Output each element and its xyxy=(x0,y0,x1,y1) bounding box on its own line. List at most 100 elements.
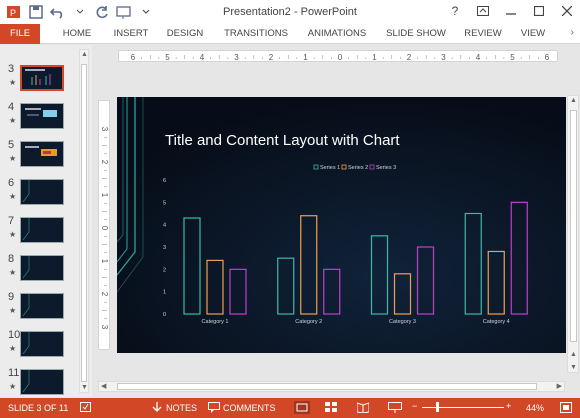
bar-series-1-1[interactable] xyxy=(183,217,201,315)
thumbnail-number: 7 xyxy=(8,215,15,227)
ruler-label: 2 xyxy=(269,53,274,62)
close-icon[interactable] xyxy=(558,2,576,20)
tab-design[interactable]: DESIGN xyxy=(164,24,206,44)
thumbnail-image[interactable] xyxy=(20,255,64,281)
ruler-label: 2 xyxy=(100,160,109,165)
bar-series-2-4[interactable] xyxy=(487,250,505,315)
expand-ribbon-icon[interactable]: › xyxy=(571,27,574,38)
zoom-level[interactable]: 44% xyxy=(526,403,544,413)
zoom-in-button[interactable]: + xyxy=(506,401,511,411)
vertical-ruler: 3 2 1 0 1 2 3 xyxy=(98,100,110,350)
thumbnail-number: 9 xyxy=(8,291,15,303)
tab-slide-show[interactable]: SLIDE SHOW xyxy=(386,24,446,44)
ruler-label: 2 xyxy=(407,53,412,62)
minimize-icon[interactable] xyxy=(502,2,520,20)
reading-view-icon[interactable] xyxy=(356,402,370,415)
tab-view[interactable]: VIEW xyxy=(518,24,548,44)
thumbnail-scrollbar[interactable]: ▲ ▼ xyxy=(79,49,89,393)
thumbnail-image[interactable] xyxy=(20,65,64,91)
y-tick-label: 1 xyxy=(163,290,166,296)
tab-review[interactable]: REVIEW xyxy=(462,24,504,44)
help-icon[interactable]: ? xyxy=(446,2,464,20)
scroll-right-arrow-icon[interactable]: ▶ xyxy=(557,382,562,390)
bar-series-1-2[interactable] xyxy=(277,257,295,315)
y-tick-label: 4 xyxy=(163,223,166,229)
ruler-label: 3 xyxy=(441,53,446,62)
status-bar: SLIDE 3 OF 11 NOTES COMMENTS − + 44% xyxy=(0,398,580,418)
thumbnail-number: 3 xyxy=(8,63,15,75)
slide-vertical-scrollbar[interactable]: ▲ ▲ ▼ xyxy=(567,95,579,373)
comments-button[interactable]: COMMENTS xyxy=(223,403,276,413)
category-label: Category 2 xyxy=(295,319,322,325)
bar-series-3-2[interactable] xyxy=(323,268,341,315)
comments-icon[interactable] xyxy=(208,402,220,415)
y-tick-label: 6 xyxy=(163,178,166,184)
bar-series-3-4[interactable] xyxy=(510,201,528,315)
fit-slide-icon[interactable] xyxy=(560,402,572,415)
horizontal-ruler: 6 5 4 3 2 1 0 1 2 3 4 5 6 xyxy=(118,50,558,62)
ruler-label: 3 xyxy=(100,325,109,330)
tab-transitions[interactable]: TRANSITIONS xyxy=(220,24,292,44)
zoom-slider[interactable] xyxy=(422,407,504,408)
notes-icon[interactable] xyxy=(152,402,162,415)
thumbnail-image[interactable] xyxy=(20,293,64,319)
animation-star-icon: ★ xyxy=(9,268,17,277)
slide-thumbnail-pane: 3 ★ 4 ★ 5 ★ 6 ★ 7 ★ 8 ★ 9 ★ 10 ★ 11 ★ ▲ … xyxy=(0,45,92,397)
bar-series-2-1[interactable] xyxy=(206,259,224,315)
thumbnail-image[interactable] xyxy=(20,141,64,167)
ruler-label: 4 xyxy=(200,53,205,62)
legend-swatch xyxy=(313,164,319,170)
scroll-up-arrow-icon[interactable]: ▲ xyxy=(570,97,577,104)
thumbnail-image[interactable] xyxy=(20,103,64,129)
y-tick-label: 0 xyxy=(163,312,166,318)
y-tick-label: 5 xyxy=(163,200,166,206)
bar-series-2-3[interactable] xyxy=(393,273,412,315)
slide-horizontal-scrollbar[interactable]: ◀ ▶ xyxy=(98,381,565,392)
scroll-up-arrow-icon[interactable]: ▲ xyxy=(81,51,88,58)
chart[interactable]: 0 1 2 3 4 5 6 Series 1 Series 2 Series 3 Category … xyxy=(117,97,566,353)
ruler-label: 5 xyxy=(165,53,170,62)
legend-swatch xyxy=(369,164,375,170)
next-slide-icon[interactable]: ▼ xyxy=(570,364,577,371)
scroll-left-arrow-icon[interactable]: ◀ xyxy=(101,382,106,390)
thumbnail-number: 11 xyxy=(8,367,20,379)
slide-sorter-icon[interactable] xyxy=(325,402,337,415)
slide-counter[interactable]: SLIDE 3 OF 11 xyxy=(8,403,68,413)
legend-swatch xyxy=(341,164,347,170)
tab-file[interactable]: FILE xyxy=(0,24,40,44)
scrollbar-thumb[interactable] xyxy=(81,64,87,382)
scroll-down-arrow-icon[interactable]: ▼ xyxy=(81,384,88,391)
scrollbar-thumb[interactable] xyxy=(117,383,537,390)
ribbon-display-options-icon[interactable] xyxy=(474,2,492,20)
ribbon-tabs: FILE HOME INSERT DESIGN TRANSITIONS ANIM… xyxy=(0,24,580,44)
tab-insert[interactable]: INSERT xyxy=(110,24,152,44)
bar-series-1-3[interactable] xyxy=(370,235,389,315)
bar-series-1-4[interactable] xyxy=(464,212,482,315)
animation-star-icon: ★ xyxy=(9,154,17,163)
slide-canvas[interactable]: Title and Content Layout with Chart 0123… xyxy=(117,97,566,353)
normal-view-icon[interactable] xyxy=(294,401,310,416)
slide-show-icon[interactable] xyxy=(388,402,402,415)
zoom-out-button[interactable]: − xyxy=(412,401,417,411)
horizontal-ruler-ticks: 6 5 4 3 2 1 0 1 2 3 4 5 6 xyxy=(131,53,550,62)
previous-slide-icon[interactable]: ▲ xyxy=(570,351,577,358)
maximize-icon[interactable] xyxy=(530,2,548,20)
bar-series-3-1[interactable] xyxy=(229,268,247,315)
bar-series-3-3[interactable] xyxy=(416,246,435,315)
thumbnail-image[interactable] xyxy=(20,179,64,205)
thumbnail-image[interactable] xyxy=(20,217,64,243)
thumbnail-image[interactable] xyxy=(20,369,64,395)
legend-label: Series 1 xyxy=(320,165,340,171)
tab-animations[interactable]: ANIMATIONS xyxy=(302,24,372,44)
thumbnail-number: 8 xyxy=(8,253,15,265)
scrollbar-thumb[interactable] xyxy=(570,110,577,342)
thumbnail-number: 10 xyxy=(8,329,21,341)
tab-home[interactable]: HOME xyxy=(58,24,96,44)
ruler-label: 5 xyxy=(510,53,515,62)
notes-button[interactable]: NOTES xyxy=(166,403,197,413)
zoom-slider-handle[interactable] xyxy=(436,402,439,412)
spelling-icon[interactable] xyxy=(80,402,92,415)
thumbnail-image[interactable] xyxy=(20,331,64,357)
thumbnail-number: 5 xyxy=(8,139,15,151)
bar-series-2-2[interactable] xyxy=(300,215,318,315)
